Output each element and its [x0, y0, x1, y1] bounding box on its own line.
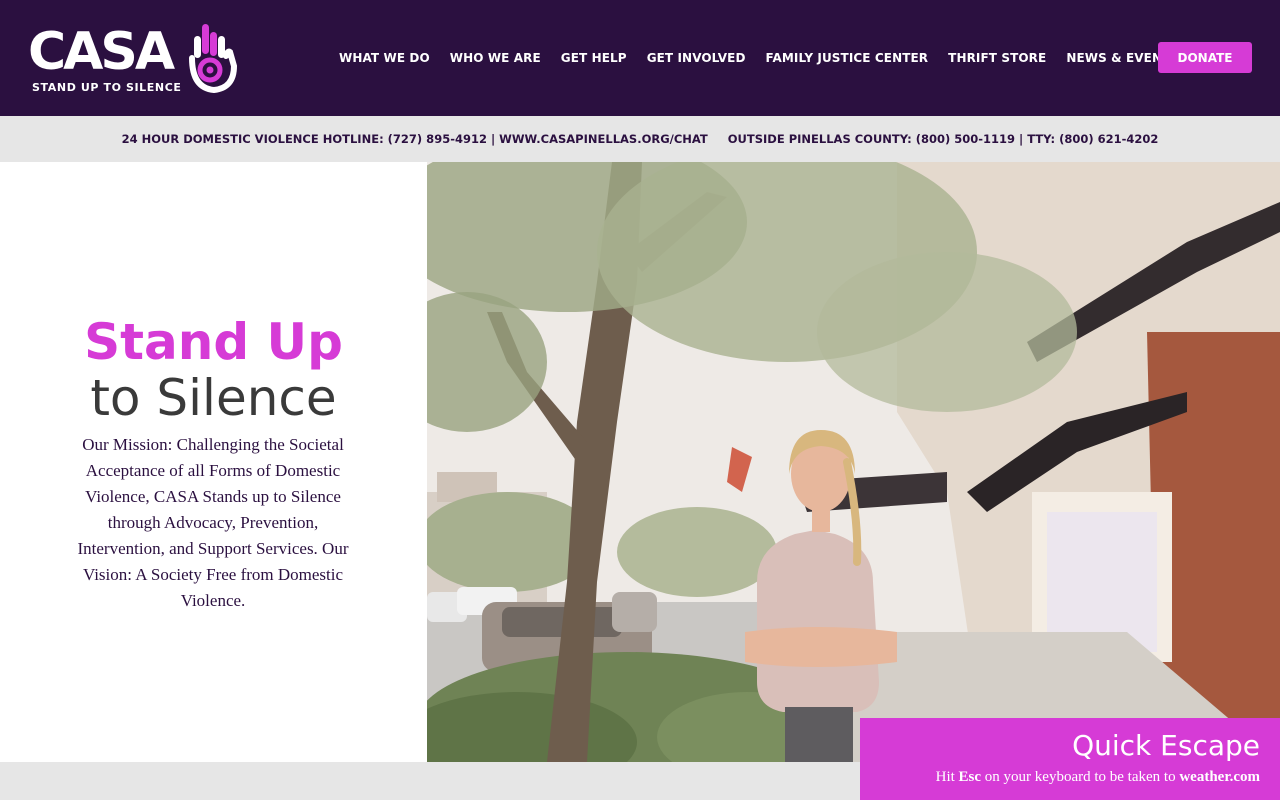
- nav-get-involved[interactable]: GET INVOLVED: [647, 51, 746, 65]
- hand-icon: [189, 24, 238, 94]
- mission-statement: Our Mission: Challenging the Societal Ac…: [77, 435, 349, 610]
- casa-logo[interactable]: CASA STAND UP TO SILENCE: [28, 22, 248, 98]
- hotline-outside[interactable]: OUTSIDE PINELLAS COUNTY: (800) 500-1119 …: [728, 132, 1159, 146]
- quick-escape-key: Esc: [958, 769, 982, 785]
- hotline-bar: 24 HOUR DOMESTIC VIOLENCE HOTLINE: (727)…: [0, 116, 1280, 162]
- hero-title-highlight: Stand Up: [84, 313, 343, 371]
- quick-escape-note-middle: on your keyboard to be taken to: [984, 769, 1176, 785]
- hero-photo: [427, 162, 1280, 762]
- hero-title-rest: to Silence: [90, 369, 337, 427]
- logo-tagline: STAND UP TO SILENCE: [32, 81, 182, 94]
- hotline-local[interactable]: 24 HOUR DOMESTIC VIOLENCE HOTLINE: (727)…: [122, 132, 708, 146]
- woman-standing-street-photo: [427, 162, 1280, 762]
- quick-escape-note-prefix: Hit: [935, 769, 955, 785]
- nav-thrift-store[interactable]: THRIFT STORE: [948, 51, 1046, 65]
- main-nav: WHAT WE DO WHO WE ARE GET HELP GET INVOL…: [339, 42, 1179, 73]
- nav-who-we-are[interactable]: WHO WE ARE: [450, 51, 541, 65]
- nav-get-help[interactable]: GET HELP: [561, 51, 627, 65]
- nav-what-we-do[interactable]: WHAT WE DO: [339, 51, 430, 65]
- hero-text-panel: Stand Up to Silence Our Mission: Challen…: [0, 162, 427, 762]
- logo-wordmark: CASA: [28, 22, 175, 82]
- quick-escape-title: Quick Escape: [1072, 729, 1260, 762]
- quick-escape-note: Hit Esc on your keyboard to be taken to …: [936, 769, 1260, 786]
- site-header: CASA STAND UP TO SILENCE WHAT WE DO WHO …: [0, 0, 1280, 116]
- quick-escape-site: weather.com: [1179, 769, 1260, 785]
- donate-button[interactable]: DONATE: [1158, 42, 1252, 73]
- quick-escape-button[interactable]: Quick Escape Hit Esc on your keyboard to…: [860, 718, 1280, 800]
- nav-family-justice-center[interactable]: FAMILY JUSTICE CENTER: [766, 51, 929, 65]
